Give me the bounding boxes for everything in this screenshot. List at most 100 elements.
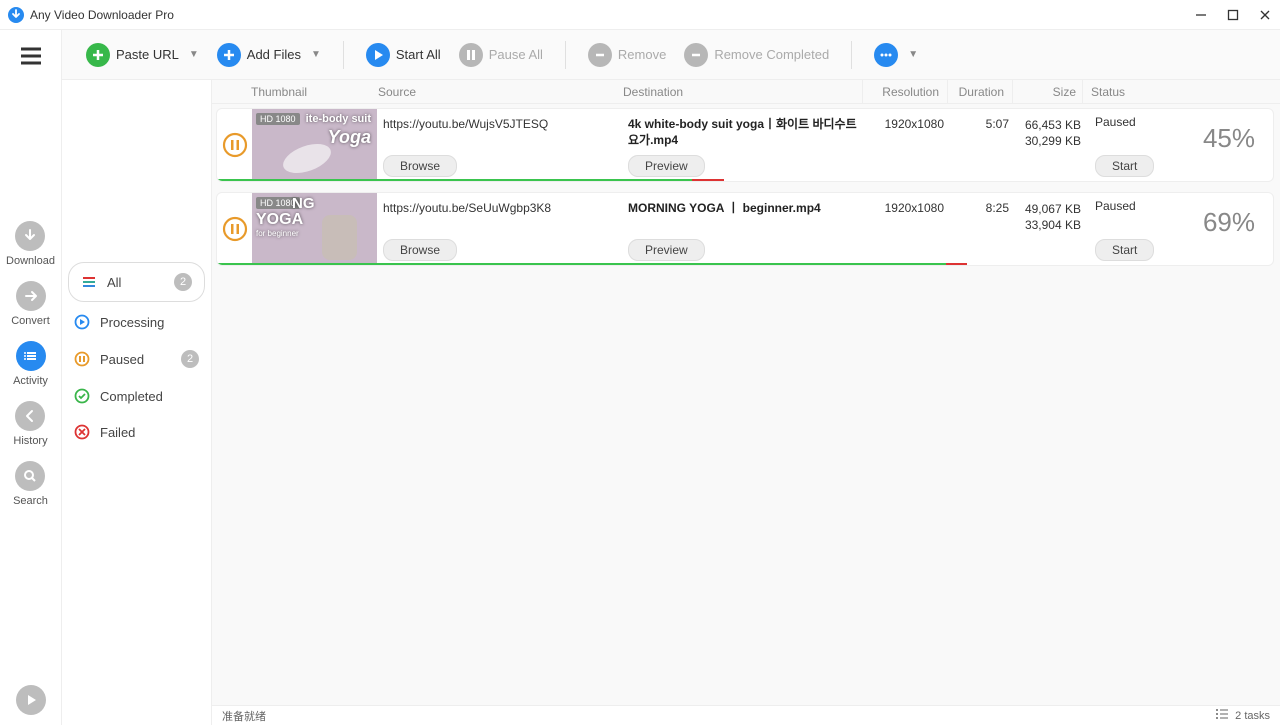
separator <box>343 41 344 69</box>
nav-activity[interactable]: Activity <box>13 341 48 387</box>
pause-circle-icon <box>74 351 90 367</box>
task-source-url: https://youtu.be/WujsV5JTESQ <box>383 117 616 131</box>
remove-completed-button[interactable]: Remove Completed <box>678 39 835 71</box>
remove-completed-label: Remove Completed <box>714 47 829 62</box>
thumb-overlay: YOGA <box>256 211 303 229</box>
paste-url-button[interactable]: Paste URL ▼ <box>80 39 205 71</box>
toolbar: Paste URL ▼ Add Files ▼ Start All Pause … <box>62 30 1280 80</box>
task-resolution: 1920x1080 <box>867 193 952 265</box>
plus-icon <box>217 43 241 67</box>
col-source[interactable]: Source <box>372 85 617 99</box>
filter-failed-label: Failed <box>100 425 135 440</box>
statusbar-ready: 准备就绪 <box>222 708 266 724</box>
pause-all-button[interactable]: Pause All <box>453 39 549 71</box>
nav-search-label: Search <box>13 495 48 507</box>
task-source-url: https://youtu.be/SeUuWgbp3K8 <box>383 201 616 215</box>
task-pause-icon[interactable] <box>217 193 252 265</box>
start-button[interactable]: Start <box>1095 155 1154 177</box>
column-headers: Thumbnail Source Destination Resolution … <box>212 80 1280 104</box>
filter-paused-label: Paused <box>100 352 144 367</box>
filter-pane: All 2 Processing Paused 2 Completed <box>62 80 212 725</box>
check-circle-icon <box>74 388 90 404</box>
nav-play[interactable] <box>16 685 46 715</box>
statusbar-tasks: 2 tasks <box>1235 710 1270 722</box>
pause-icon <box>459 43 483 67</box>
nav-download[interactable]: Download <box>6 221 55 267</box>
window-title: Any Video Downloader Pro <box>30 8 1194 22</box>
plus-icon <box>86 43 110 67</box>
close-button[interactable] <box>1258 8 1272 22</box>
filter-all-label: All <box>107 275 121 290</box>
hd-badge: HD 1080 <box>256 113 300 125</box>
thumb-overlay: Yoga <box>328 127 371 148</box>
filter-processing-label: Processing <box>100 315 164 330</box>
thumb-overlay: for beginner <box>256 229 299 238</box>
statusbar: 准备就绪 2 tasks <box>212 705 1280 725</box>
nav-search[interactable]: Search <box>13 461 48 507</box>
browse-button[interactable]: Browse <box>383 239 457 261</box>
progress-bar <box>217 263 946 265</box>
filter-all-badge: 2 <box>174 273 192 291</box>
task-percent: 69% <box>1203 207 1255 238</box>
menu-icon[interactable] <box>19 46 43 71</box>
separator <box>565 41 566 69</box>
filter-processing[interactable]: Processing <box>62 304 211 340</box>
nav-convert[interactable]: Convert <box>11 281 50 327</box>
app-logo-icon <box>8 7 24 23</box>
task-duration: 8:25 <box>952 193 1017 265</box>
minimize-button[interactable] <box>1194 8 1208 22</box>
start-all-button[interactable]: Start All <box>360 39 447 71</box>
play-circle-icon <box>74 314 90 330</box>
list-icon <box>1215 708 1229 723</box>
nav-history-label: History <box>13 435 47 447</box>
minus-icon <box>588 43 612 67</box>
filter-completed[interactable]: Completed <box>62 378 211 414</box>
maximize-button[interactable] <box>1226 8 1240 22</box>
titlebar: Any Video Downloader Pro <box>0 0 1280 30</box>
nav-convert-label: Convert <box>11 315 50 327</box>
chevron-down-icon[interactable]: ▼ <box>311 49 321 60</box>
col-resolution[interactable]: Resolution <box>862 80 947 103</box>
filter-paused[interactable]: Paused 2 <box>62 340 211 378</box>
col-thumbnail[interactable]: Thumbnail <box>247 85 372 99</box>
col-duration[interactable]: Duration <box>947 80 1012 103</box>
left-nav: Download Convert Activity History Search <box>0 30 62 725</box>
task-pause-icon[interactable] <box>217 109 252 181</box>
play-icon <box>366 43 390 67</box>
more-icon <box>874 43 898 67</box>
x-circle-icon <box>74 424 90 440</box>
nav-activity-label: Activity <box>13 375 48 387</box>
separator <box>851 41 852 69</box>
task-filename: 4k white-body suit yoga丨화이트 바디수트 요가.mp4 <box>628 117 861 148</box>
chevron-down-icon[interactable]: ▼ <box>908 49 918 60</box>
start-all-label: Start All <box>396 47 441 62</box>
col-size[interactable]: Size <box>1012 80 1082 103</box>
nav-download-label: Download <box>6 255 55 267</box>
col-status[interactable]: Status <box>1082 80 1280 103</box>
progress-bar-red <box>692 179 724 181</box>
task-thumbnail: HD 1080 NG YOGA for beginner <box>252 193 377 265</box>
remove-button[interactable]: Remove <box>582 39 672 71</box>
more-button[interactable]: ▼ <box>868 39 924 71</box>
preview-button[interactable]: Preview <box>628 155 705 177</box>
progress-bar-red <box>946 263 967 265</box>
nav-history[interactable]: History <box>13 401 47 447</box>
thumb-overlay: NG <box>292 195 315 212</box>
add-files-button[interactable]: Add Files ▼ <box>211 39 327 71</box>
filter-paused-badge: 2 <box>181 350 199 368</box>
chevron-down-icon[interactable]: ▼ <box>189 49 199 60</box>
progress-bar <box>217 179 692 181</box>
filter-failed[interactable]: Failed <box>62 414 211 450</box>
filter-all[interactable]: All 2 <box>68 262 205 302</box>
add-files-label: Add Files <box>247 47 301 62</box>
task-duration: 5:07 <box>952 109 1017 181</box>
minus-icon <box>684 43 708 67</box>
task-row[interactable]: HD 1080 ite-body suit Yoga https://youtu… <box>216 108 1274 182</box>
task-row[interactable]: HD 1080 NG YOGA for beginner https://you… <box>216 192 1274 266</box>
task-percent: 45% <box>1203 123 1255 154</box>
col-destination[interactable]: Destination <box>617 85 862 99</box>
task-thumbnail: HD 1080 ite-body suit Yoga <box>252 109 377 181</box>
preview-button[interactable]: Preview <box>628 239 705 261</box>
browse-button[interactable]: Browse <box>383 155 457 177</box>
start-button[interactable]: Start <box>1095 239 1154 261</box>
